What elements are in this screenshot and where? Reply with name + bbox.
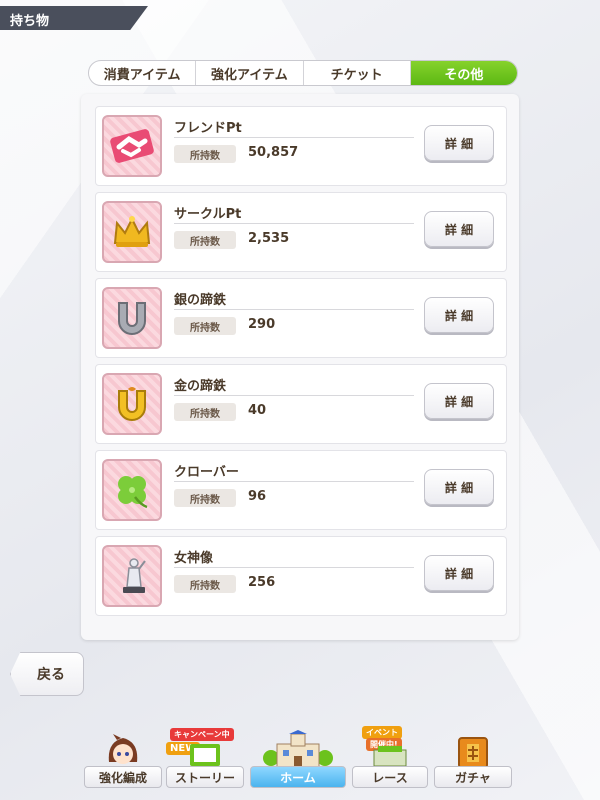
list-item: クローバー 所持数 96 詳 細 — [95, 450, 507, 530]
quantity-label: 所持数 — [174, 403, 236, 421]
quantity-label: 所持数 — [174, 145, 236, 163]
quantity-value: 2,535 — [248, 231, 290, 246]
tab-enhancement[interactable]: 強化アイテム — [196, 61, 304, 85]
nav-label: レース — [352, 766, 428, 788]
list-item: フレンドPt 所持数 50,857 詳 細 — [95, 106, 507, 186]
bottom-nav: 強化編成 キャンペーン中 NEW ストーリー ホーム イベント 開催中! レース… — [84, 726, 514, 792]
item-name: フレンドPt — [174, 121, 242, 136]
quantity-label: 所持数 — [174, 317, 236, 335]
quantity-label: 所持数 — [174, 575, 236, 593]
list-item: 金の蹄鉄 所持数 40 詳 細 — [95, 364, 507, 444]
quantity-value: 40 — [248, 403, 267, 418]
clover-icon — [102, 459, 162, 521]
home-building-icon — [263, 730, 333, 770]
item-name: 銀の蹄鉄 — [174, 293, 227, 308]
nav-enhance[interactable]: 強化編成 — [84, 732, 162, 790]
quantity-label: 所持数 — [174, 231, 236, 249]
nav-story[interactable]: キャンペーン中 NEW ストーリー — [166, 728, 244, 790]
list-item: 女神像 所持数 256 詳 細 — [95, 536, 507, 616]
quantity-value: 256 — [248, 575, 276, 590]
detail-button[interactable]: 詳 細 — [424, 125, 494, 161]
detail-button[interactable]: 詳 細 — [424, 469, 494, 505]
divider — [174, 137, 414, 138]
page-title: 持ち物 — [0, 6, 148, 30]
divider — [174, 309, 414, 310]
item-name: 女神像 — [174, 551, 214, 566]
divider — [174, 395, 414, 396]
gold-horseshoe-icon — [102, 373, 162, 435]
crown-icon — [102, 201, 162, 263]
silver-horseshoe-icon — [102, 287, 162, 349]
nav-label: ホーム — [250, 766, 346, 788]
item-name: サークルPt — [174, 207, 242, 222]
detail-button[interactable]: 詳 細 — [424, 555, 494, 591]
quantity-value: 96 — [248, 489, 267, 504]
gacha-icon — [453, 736, 493, 770]
quantity-value: 290 — [248, 317, 276, 332]
quantity-value: 50,857 — [248, 145, 299, 160]
category-tabs: 消費アイテム 強化アイテム チケット その他 — [88, 60, 518, 86]
detail-button[interactable]: 詳 細 — [424, 211, 494, 247]
divider — [174, 481, 414, 482]
detail-button[interactable]: 詳 細 — [424, 297, 494, 333]
character-icon — [103, 732, 143, 770]
nav-label: ガチャ — [434, 766, 512, 788]
item-list-panel: フレンドPt 所持数 50,857 詳 細 サークルPt 所持数 2,535 詳… — [81, 94, 519, 640]
divider — [174, 567, 414, 568]
nav-race[interactable]: イベント 開催中! レース — [352, 726, 428, 790]
nav-label: ストーリー — [166, 766, 244, 788]
goddess-statue-icon — [102, 545, 162, 607]
nav-gacha[interactable]: ガチャ — [434, 732, 512, 790]
back-button[interactable]: 戻る — [10, 652, 84, 696]
item-name: 金の蹄鉄 — [174, 379, 227, 394]
handshake-icon — [102, 115, 162, 177]
nav-home[interactable]: ホーム — [250, 730, 346, 790]
tab-consumables[interactable]: 消費アイテム — [89, 61, 197, 85]
detail-button[interactable]: 詳 細 — [424, 383, 494, 419]
divider — [174, 223, 414, 224]
list-item: サークルPt 所持数 2,535 詳 細 — [95, 192, 507, 272]
quantity-label: 所持数 — [174, 489, 236, 507]
list-item: 銀の蹄鉄 所持数 290 詳 細 — [95, 278, 507, 358]
tab-tickets[interactable]: チケット — [304, 61, 411, 85]
item-name: クローバー — [174, 465, 239, 480]
tab-other[interactable]: その他 — [410, 61, 517, 85]
nav-label: 強化編成 — [84, 766, 162, 788]
